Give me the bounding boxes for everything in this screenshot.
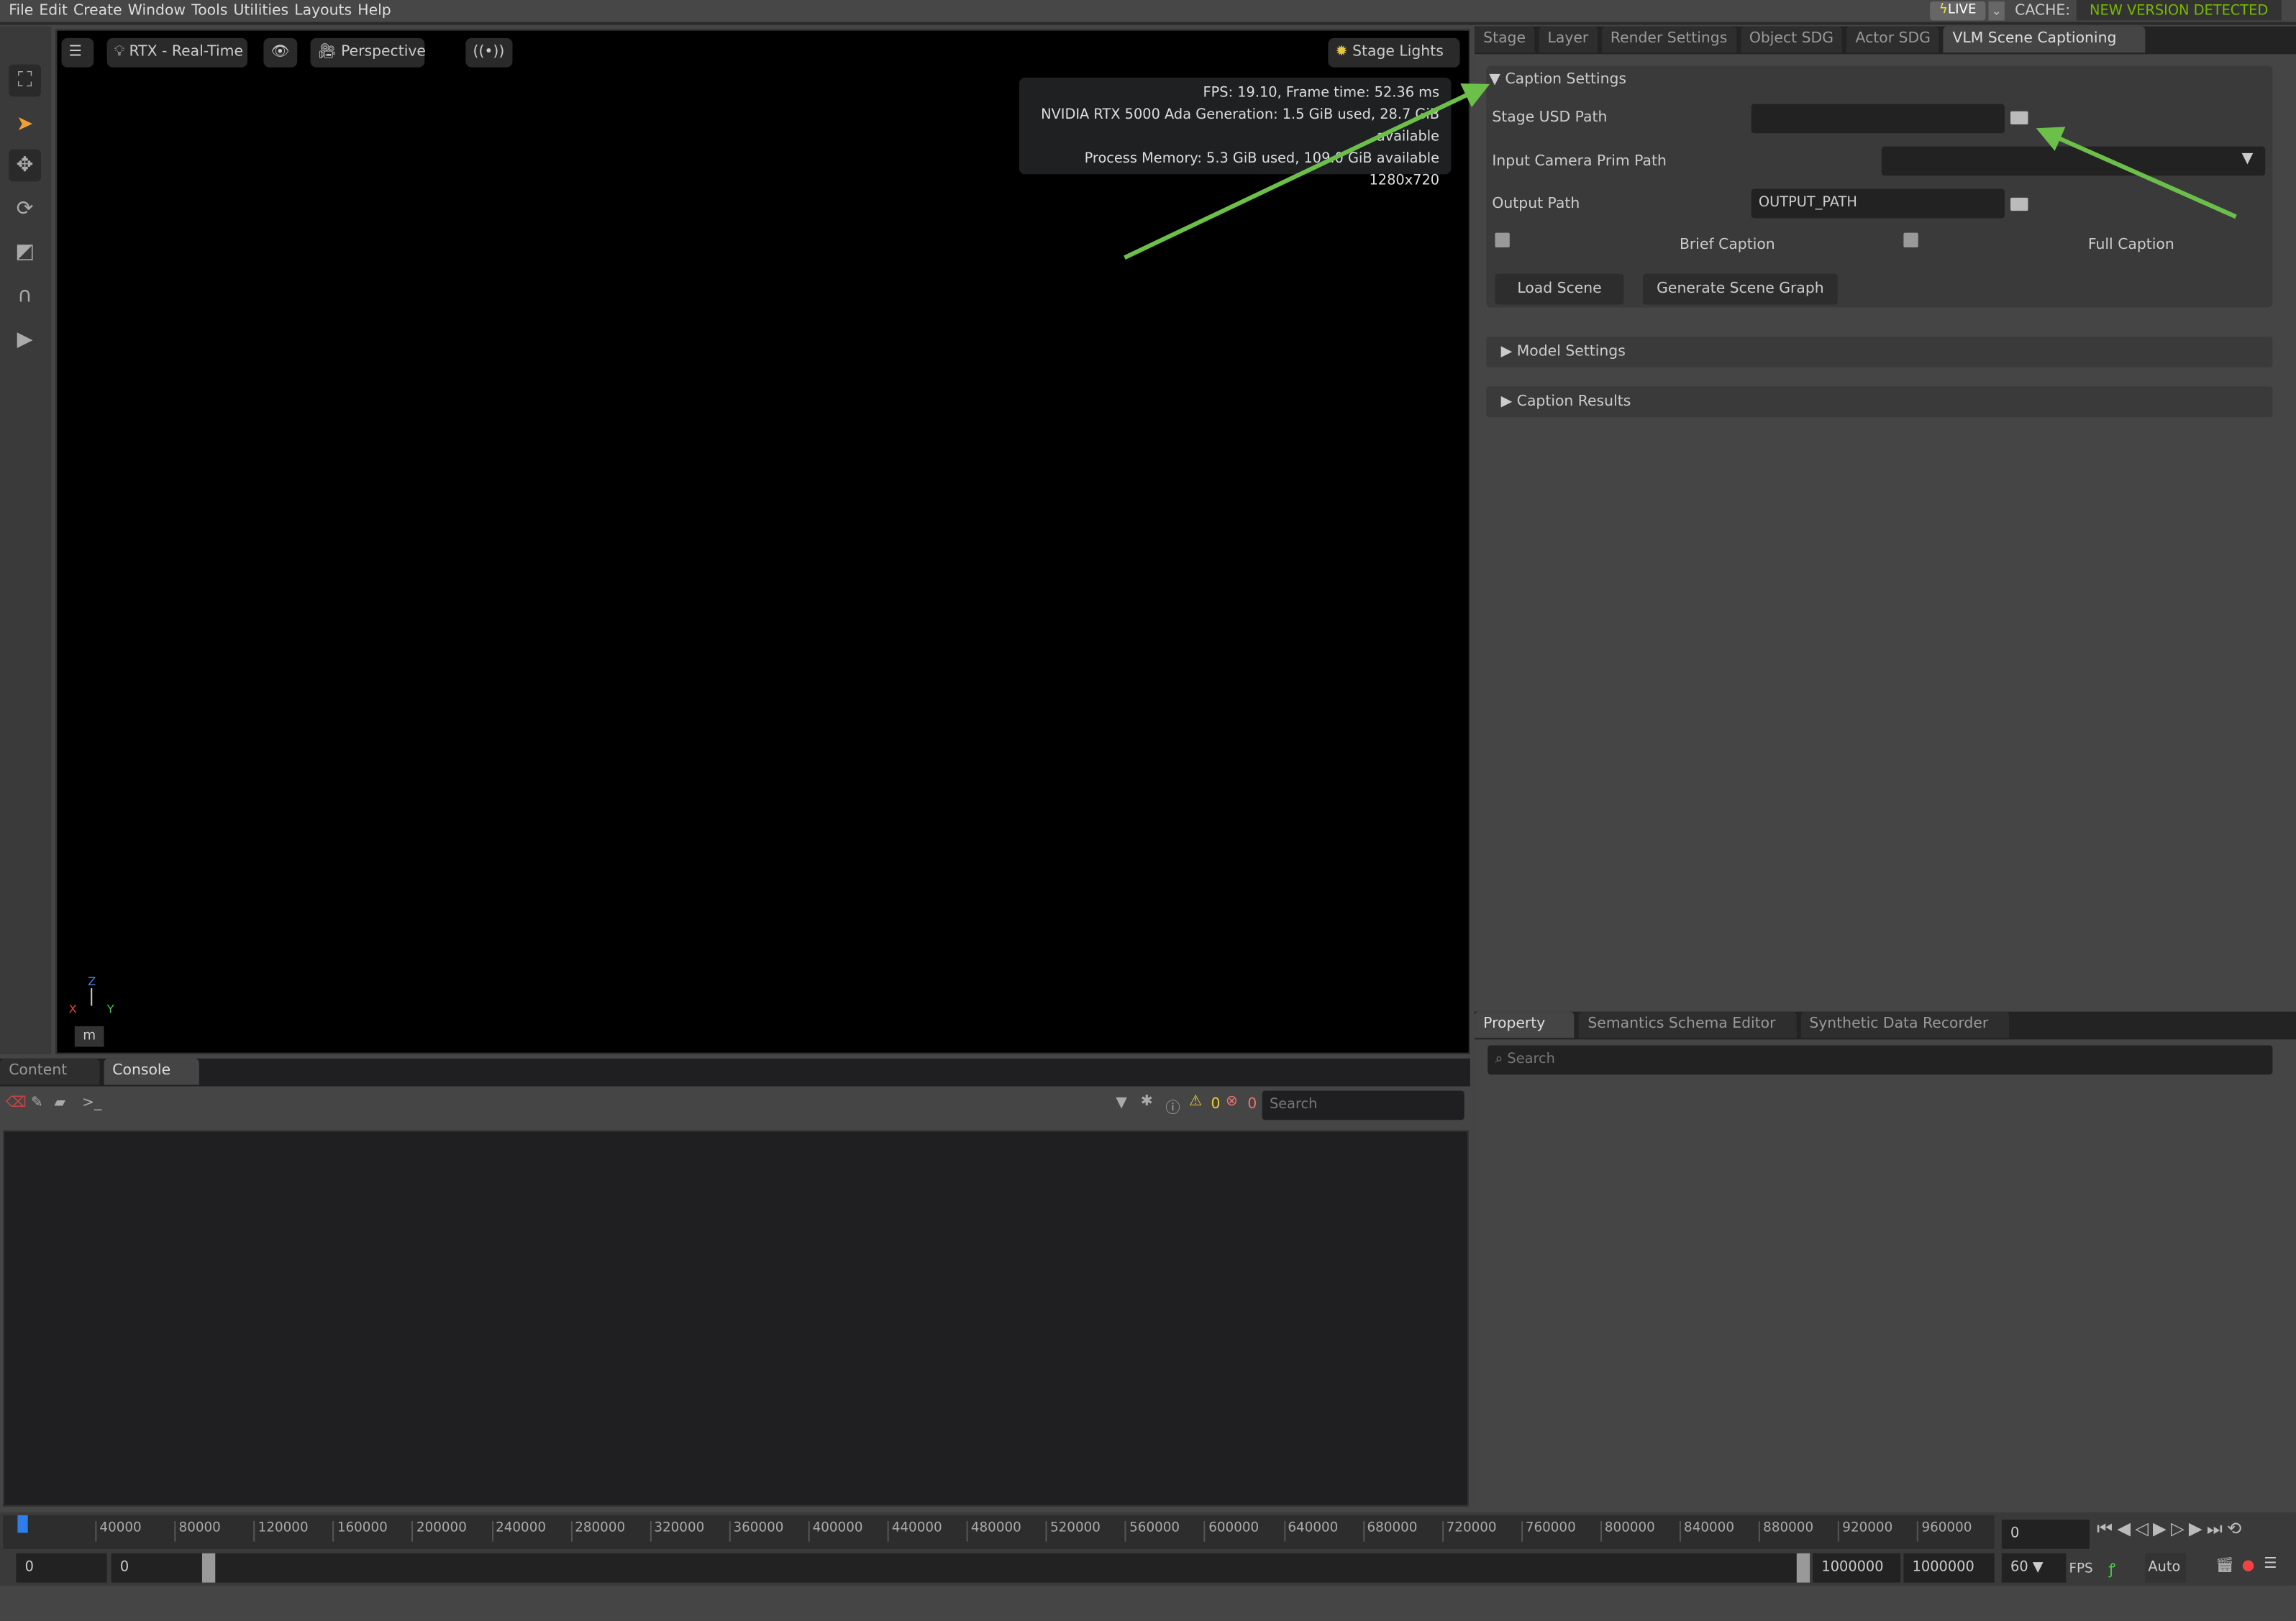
annotation-arrow bbox=[2036, 127, 2237, 219]
annotation-arrow bbox=[1124, 83, 1490, 260]
annotation-arrows bbox=[1124, 83, 2237, 260]
